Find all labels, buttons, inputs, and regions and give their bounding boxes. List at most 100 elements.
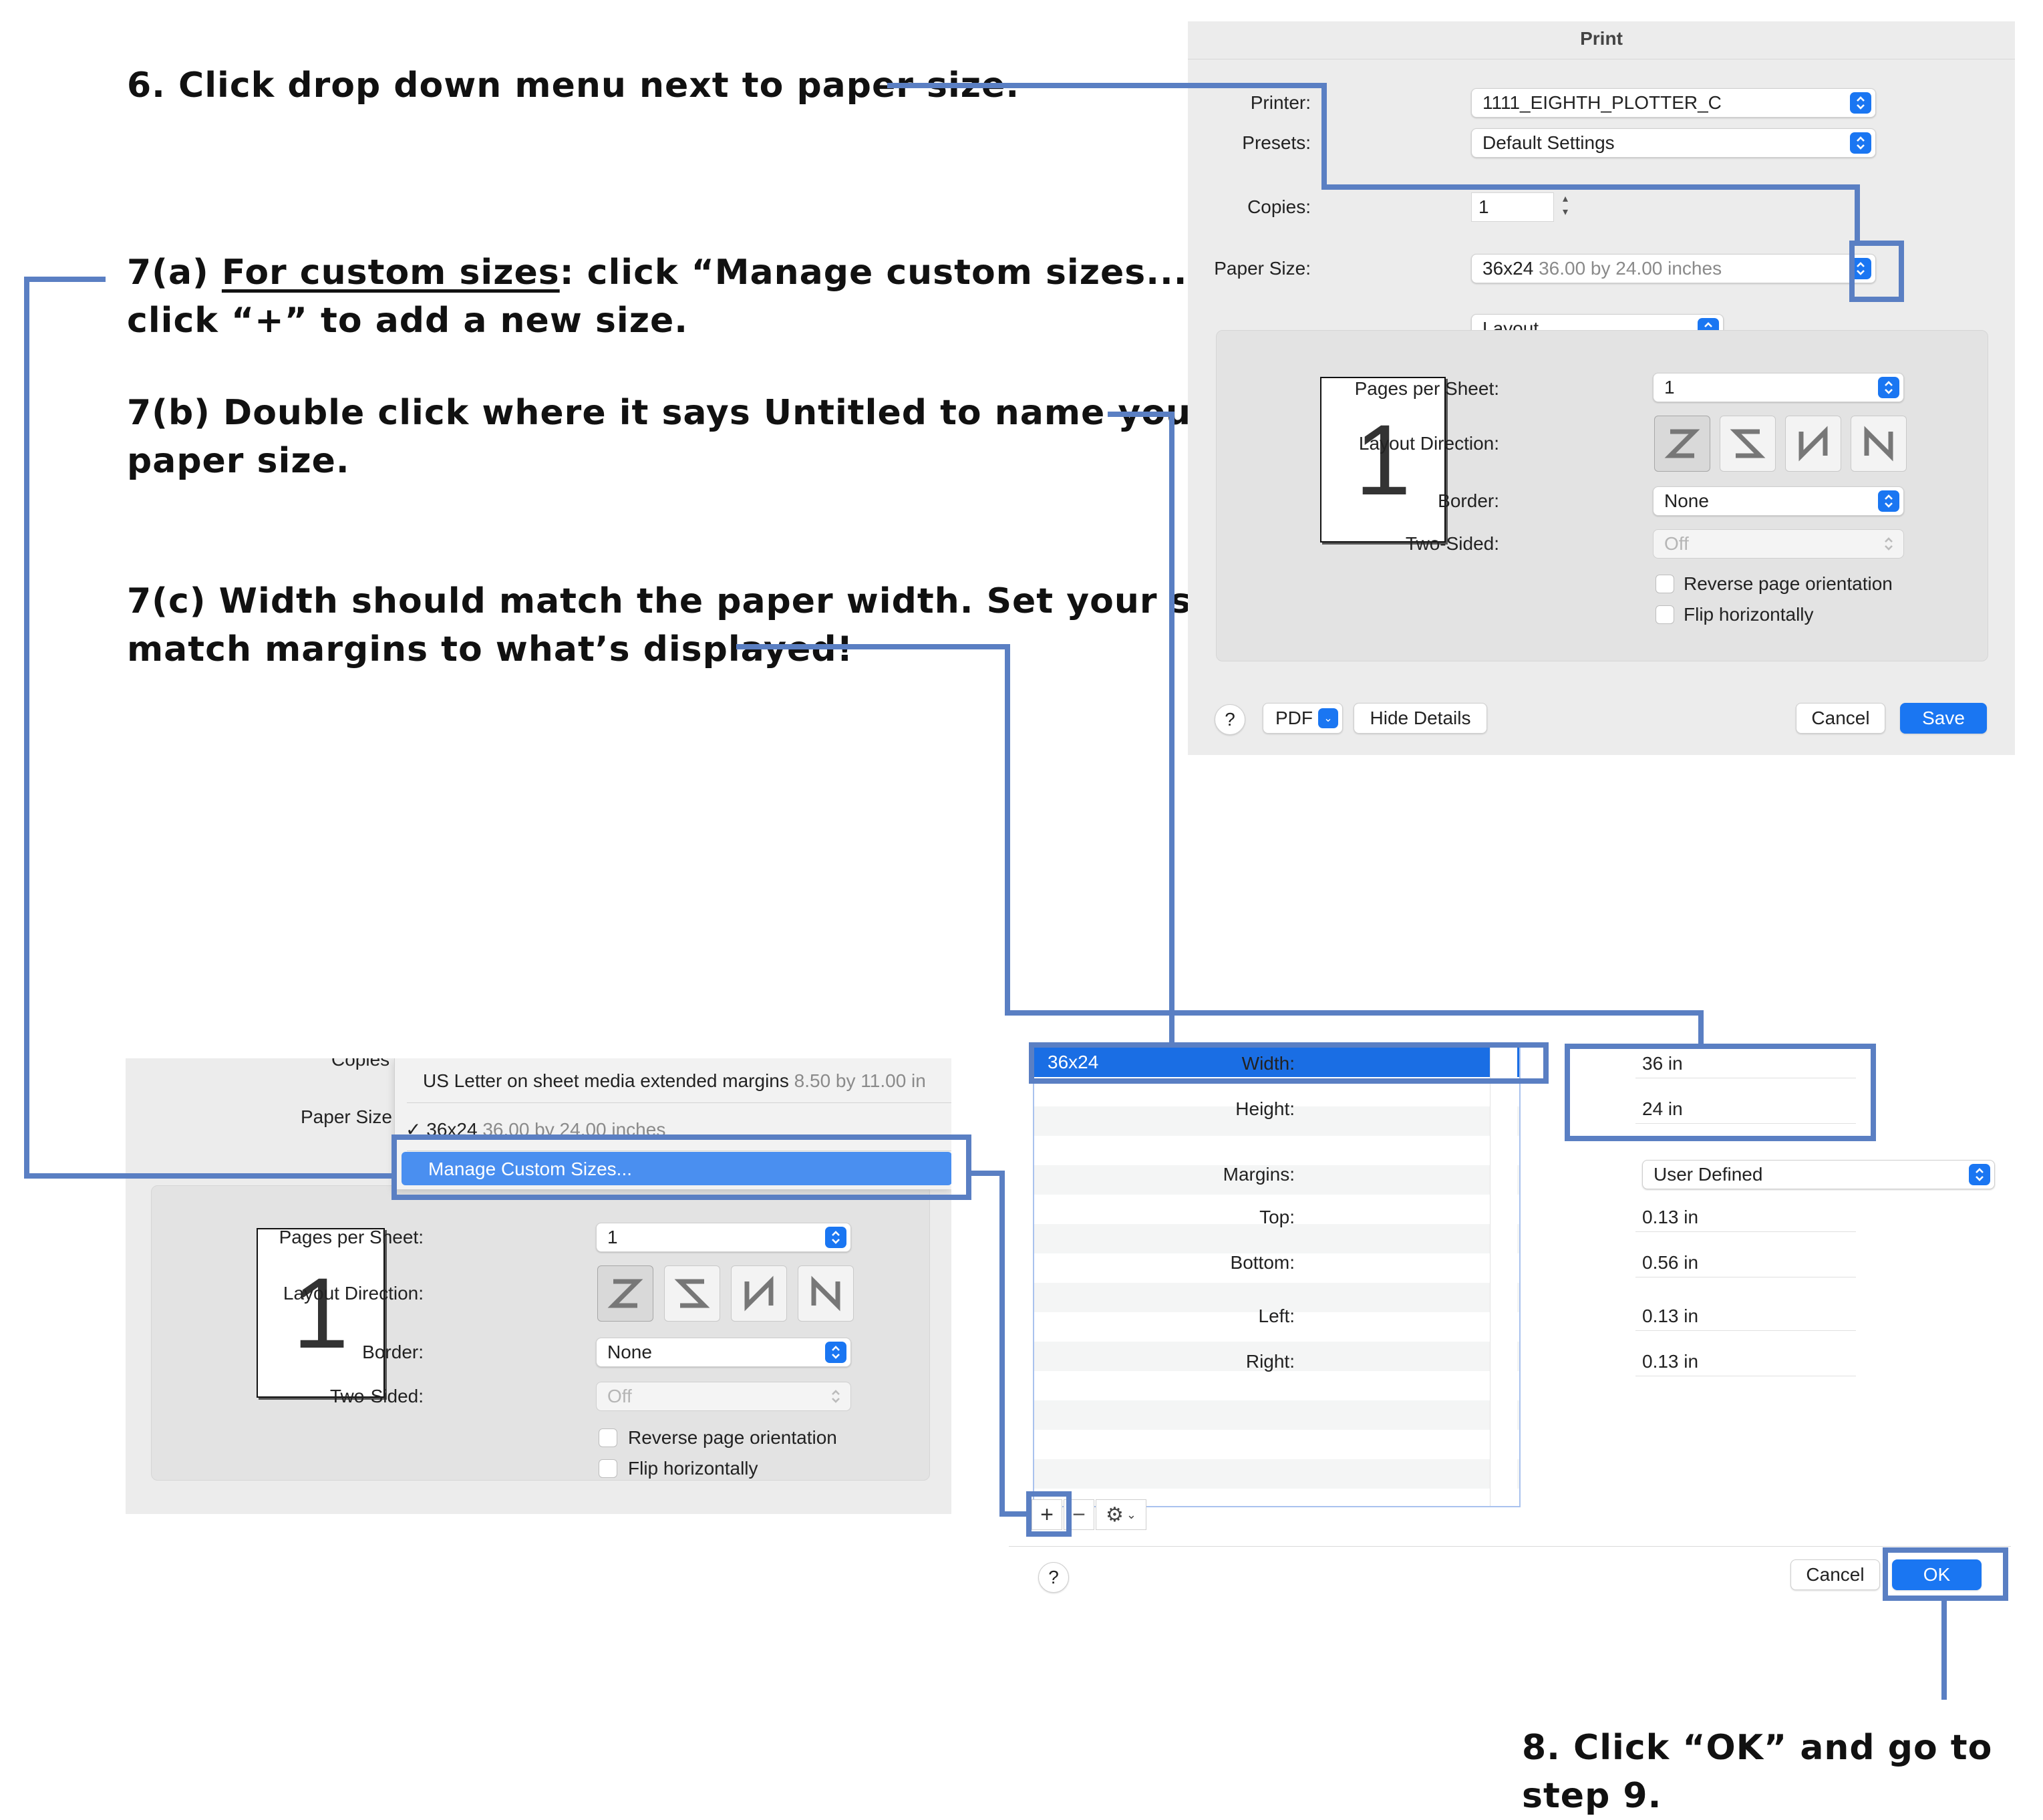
border-value: None xyxy=(607,1342,652,1362)
top-margin-field[interactable]: 0.13 in xyxy=(1635,1203,1856,1232)
layout-n-reverse-icon[interactable] xyxy=(731,1265,787,1322)
paper-size-dims: 36.00 by 24.00 inches xyxy=(1539,258,1722,279)
save-button[interactable]: Save xyxy=(1900,703,1987,734)
top-margin-label: Top: xyxy=(1259,1207,1295,1227)
pages-per-sheet-value: 1 xyxy=(1664,377,1675,398)
callout-line-step7b xyxy=(1169,412,1174,1046)
callout-box-ok-button xyxy=(1883,1547,2008,1601)
left-margin-value: 0.13 in xyxy=(1642,1305,1699,1326)
reverse-orientation-checkbox[interactable] xyxy=(1656,575,1674,593)
callout-box-width-height xyxy=(1565,1044,1876,1141)
bottom-margin-label: Bottom: xyxy=(1230,1252,1295,1273)
gear-menu-button[interactable]: ⚙ ⌄ xyxy=(1096,1499,1146,1530)
border-label: Border: xyxy=(362,1342,424,1362)
pages-per-sheet-label: Pages per Sheet: xyxy=(279,1227,424,1247)
printer-select-stepper-icon xyxy=(1850,92,1871,114)
paper-size-select[interactable]: 36x24 36.00 by 24.00 inches xyxy=(1471,254,1876,283)
layout-n-icon[interactable] xyxy=(1851,416,1907,472)
layout-reverse-z-icon[interactable] xyxy=(1720,416,1776,472)
callout-line-step7a xyxy=(24,277,106,282)
pages-per-sheet-select[interactable]: 1 xyxy=(1653,373,1904,402)
step7a-bold: For custom sizes xyxy=(221,253,560,293)
minus-icon: − xyxy=(1072,1501,1086,1527)
callout-line-step7c xyxy=(736,644,1010,649)
callout-line-step7c xyxy=(1005,644,1010,1016)
layout-direction-label: Layout Direction: xyxy=(283,1283,424,1304)
layout-n-icon[interactable] xyxy=(798,1265,854,1322)
callout-box-paper-size-dropdown xyxy=(1849,241,1904,302)
pdf-menu-button[interactable]: PDF ⌄ xyxy=(1263,703,1343,734)
reverse-orientation-checkbox[interactable] xyxy=(599,1428,617,1447)
layout-n-reverse-icon[interactable] xyxy=(1785,416,1841,472)
step6-instruction: 6. Click drop down menu next to paper si… xyxy=(127,61,1019,110)
pages-per-sheet-stepper-icon xyxy=(1878,377,1899,398)
callout-line-step7b xyxy=(1108,412,1174,417)
copies-value: 1 xyxy=(1478,196,1489,217)
border-stepper-icon xyxy=(825,1342,846,1363)
paper-menu-dialog: Copies Paper Size 1 Pages per Sheet: 1 L… xyxy=(126,1058,951,1514)
presets-select[interactable]: Default Settings xyxy=(1471,128,1876,158)
step7b-instruction: 7(b) Double click where it says Untitled… xyxy=(127,389,1304,485)
flip-horizontally-label: Flip horizontally xyxy=(1684,604,1814,625)
right-margin-label: Right: xyxy=(1245,1351,1295,1372)
step7a-instruction: 7(a) For custom sizes: click “Manage cus… xyxy=(127,249,1299,345)
flip-horizontally-label: Flip horizontally xyxy=(628,1458,758,1479)
layout-z-icon[interactable] xyxy=(1654,416,1710,472)
border-select[interactable]: None xyxy=(1653,486,1904,516)
step6-text: 6. Click drop down menu next to paper si… xyxy=(127,65,1020,106)
cancel-button[interactable]: Cancel xyxy=(1790,1559,1880,1590)
flip-horizontally-checkbox[interactable] xyxy=(599,1459,617,1478)
bottom-margin-value: 0.56 in xyxy=(1642,1251,1699,1273)
callout-line-step7a xyxy=(24,1173,396,1179)
printer-label: Printer: xyxy=(1250,92,1311,113)
bottom-margin-field[interactable]: 0.56 in xyxy=(1635,1248,1856,1277)
two-sided-label: Two-Sided: xyxy=(1405,533,1499,554)
callout-line-step6 xyxy=(1321,184,1860,190)
right-margin-field[interactable]: 0.13 in xyxy=(1635,1347,1856,1376)
border-stepper-icon xyxy=(1878,490,1899,512)
help-button[interactable]: ? xyxy=(1038,1562,1069,1593)
margins-value: User Defined xyxy=(1654,1164,1763,1185)
bottom-divider xyxy=(1009,1546,2011,1547)
copies-stepper-icon[interactable]: ▴ ▾ xyxy=(1558,192,1573,222)
printer-value: 1111_EIGHTH_PLOTTER_C xyxy=(1482,92,1722,113)
left-margin-field[interactable]: 0.13 in xyxy=(1635,1302,1856,1331)
hide-details-button[interactable]: Hide Details xyxy=(1354,703,1487,734)
callout-box-add-button xyxy=(1026,1491,1072,1537)
gear-icon: ⚙ xyxy=(1106,1503,1124,1526)
callout-line-step6 xyxy=(1321,83,1327,190)
printer-select[interactable]: 1111_EIGHTH_PLOTTER_C xyxy=(1471,88,1876,118)
list-row-empty xyxy=(1034,1400,1519,1430)
callout-box-manage-custom-sizes xyxy=(391,1134,971,1200)
presets-label: Presets: xyxy=(1242,132,1311,153)
layout-reverse-z-icon[interactable] xyxy=(664,1265,720,1322)
pages-per-sheet-select[interactable]: 1 xyxy=(596,1223,851,1252)
paper-size-label: Paper Size: xyxy=(1214,258,1311,279)
menu-item-us-letter[interactable]: US Letter on sheet media extended margin… xyxy=(423,1070,926,1092)
two-sided-select[interactable]: Off xyxy=(596,1382,851,1411)
help-button[interactable]: ? xyxy=(1215,704,1245,735)
step8-instruction: 8. Click “OK” and go to step 9. xyxy=(1522,1724,2043,1820)
menu-divider xyxy=(407,1102,951,1103)
layout-z-icon[interactable] xyxy=(597,1265,653,1322)
copies-field[interactable]: 1 xyxy=(1471,192,1554,222)
margins-select[interactable]: User Defined xyxy=(1642,1160,1995,1189)
presets-select-stepper-icon xyxy=(1850,132,1871,154)
menu-item-us-letter-name: US Letter on sheet media extended margin… xyxy=(423,1070,789,1091)
reverse-orientation-label: Reverse page orientation xyxy=(628,1427,837,1448)
chevron-down-icon: ⌄ xyxy=(1126,1507,1136,1521)
pdf-chevron-down-icon: ⌄ xyxy=(1318,708,1338,728)
two-sided-select[interactable]: Off xyxy=(1653,529,1904,559)
list-row-empty xyxy=(1034,1224,1519,1253)
copies-partial-label: Copies xyxy=(331,1058,390,1070)
border-value: None xyxy=(1664,490,1709,511)
callout-line-step7a xyxy=(999,1511,1030,1517)
flip-horizontally-checkbox[interactable] xyxy=(1656,605,1674,624)
border-select[interactable]: None xyxy=(596,1338,851,1367)
left-margin-label: Left: xyxy=(1258,1306,1295,1326)
callout-box-list-item xyxy=(1029,1042,1549,1084)
cancel-button[interactable]: Cancel xyxy=(1796,703,1885,734)
list-scrollbar-track[interactable] xyxy=(1490,1048,1517,1506)
presets-value: Default Settings xyxy=(1482,132,1615,153)
two-sided-label: Two-Sided: xyxy=(329,1386,424,1406)
